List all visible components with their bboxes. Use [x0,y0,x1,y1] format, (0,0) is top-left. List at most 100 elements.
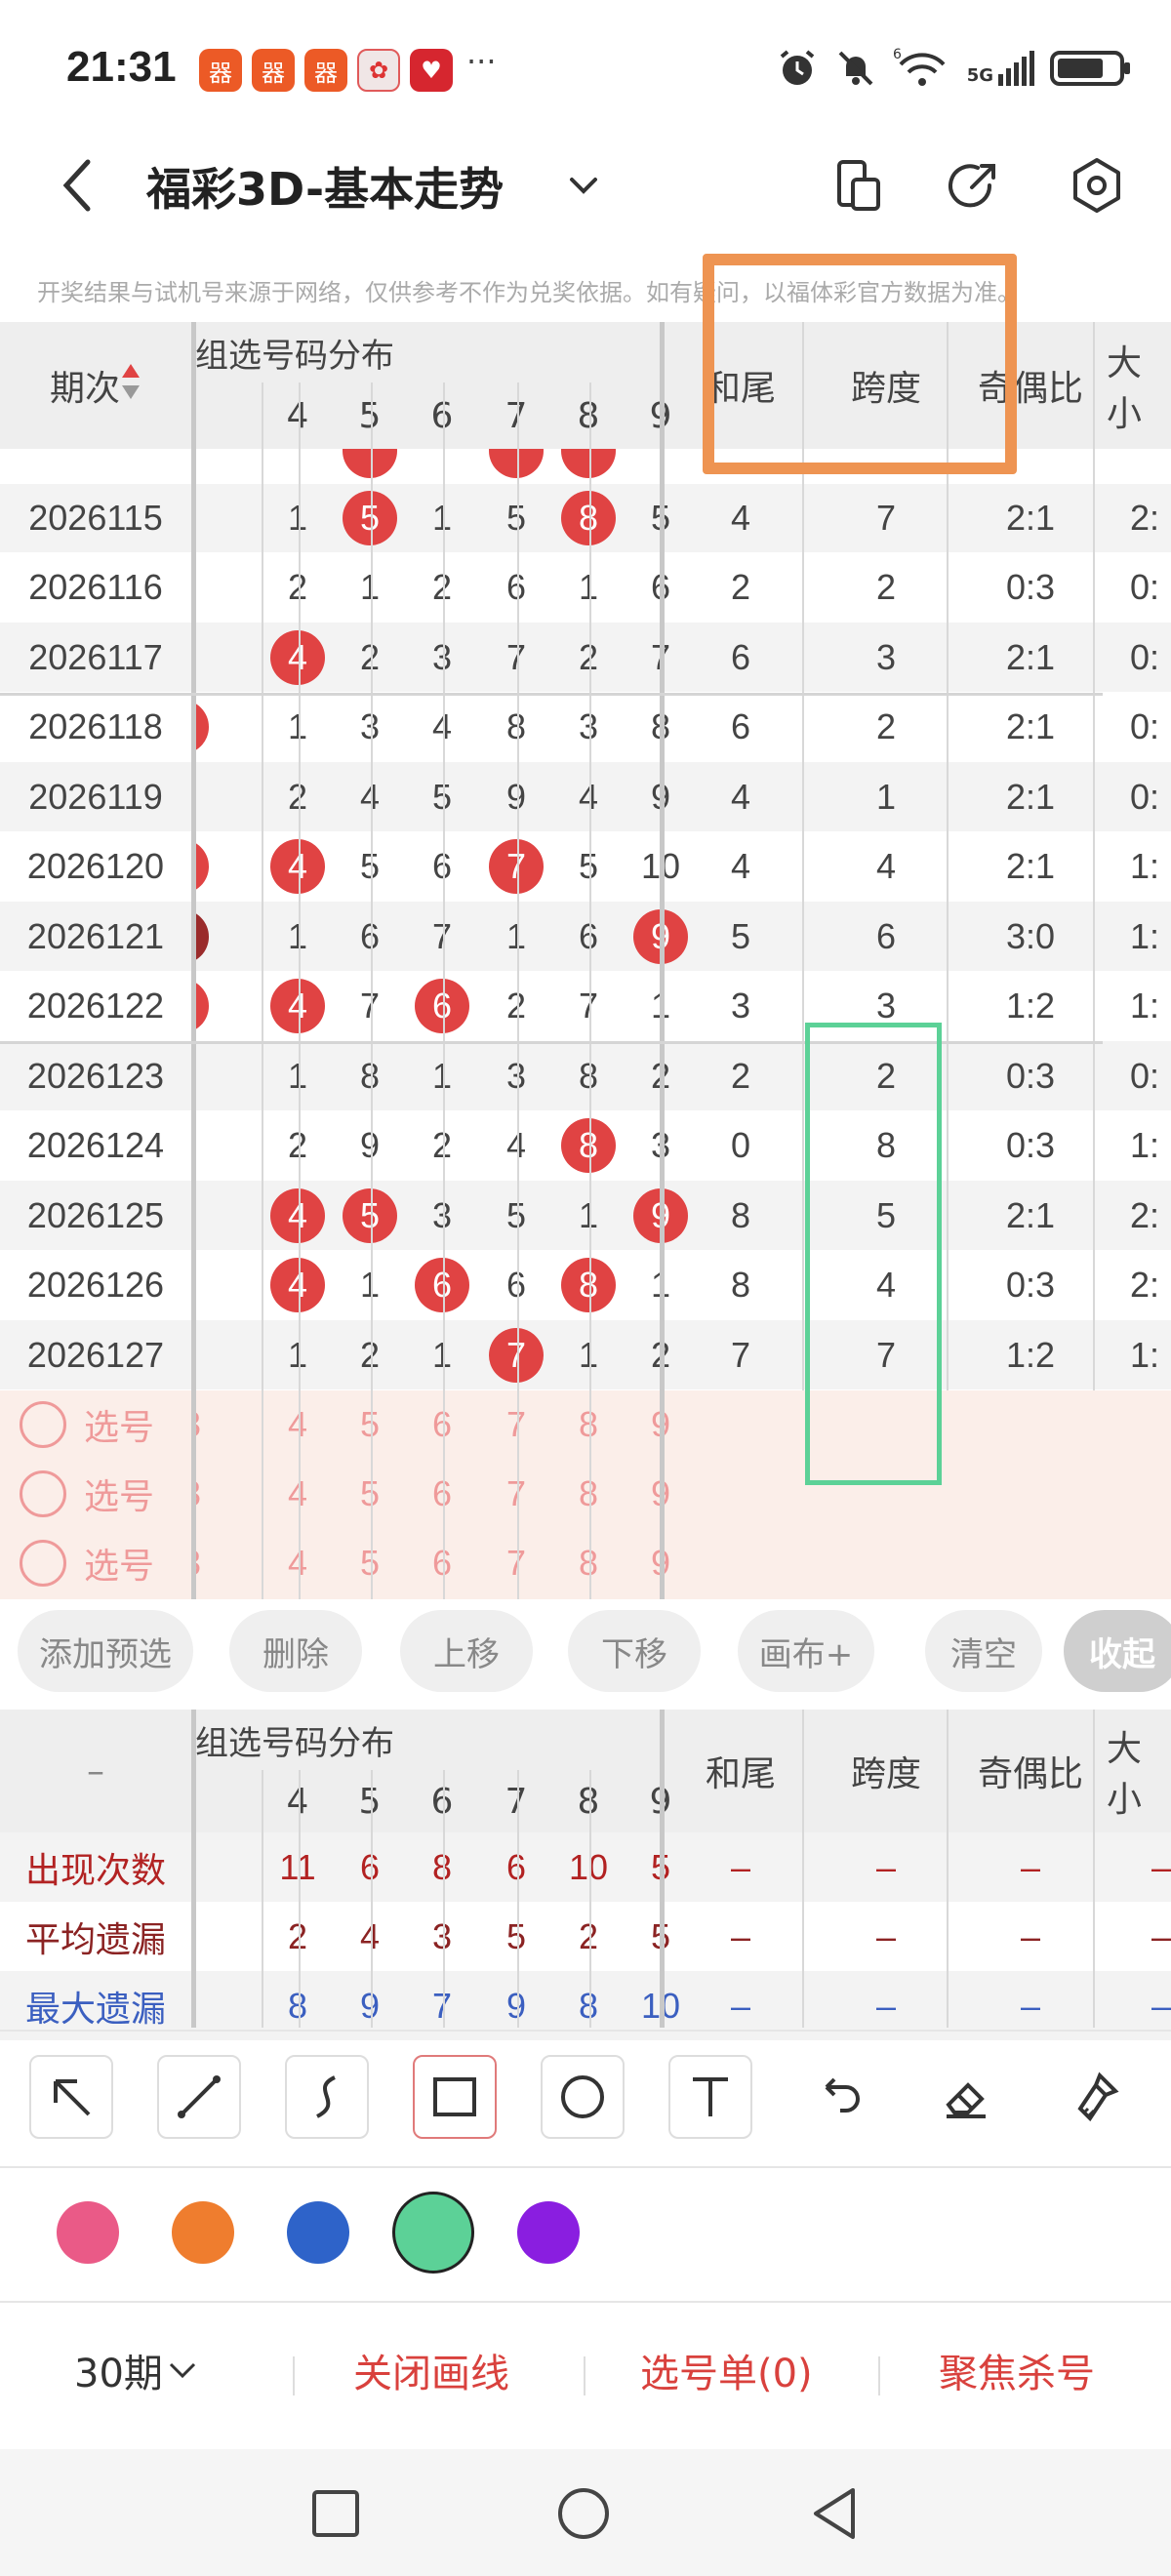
dx-cell: 1: [1130,1334,1160,1375]
color-swatch-3[interactable] [392,2192,474,2274]
action-button-6[interactable]: 收起 [1064,1610,1171,1692]
select-radio-icon[interactable] [20,1470,66,1517]
eraser-icon[interactable] [924,2055,1008,2139]
share-icon[interactable] [945,156,1003,215]
status-time: 21:31 [66,43,177,91]
green-annotation-box[interactable] [805,1023,942,1485]
home-icon[interactable] [556,2486,611,2541]
table-row[interactable]: 20261223476271331:21: [0,972,1171,1041]
select-row-label[interactable]: 选号 [20,1460,185,1529]
color-swatch-2[interactable] [287,2201,349,2264]
grid-line [802,322,804,1390]
grid-line [262,382,263,1599]
digit-cell: 6 [406,1251,478,1320]
select-digit[interactable]: 4 [262,1460,334,1529]
select-digit[interactable]: 6 [406,1460,478,1529]
grid-line [660,1710,665,2028]
kuadu-cell: 7 [875,497,897,538]
period-column-header[interactable]: 期次 [0,322,191,449]
text-tool-icon[interactable] [668,2055,752,2139]
table-row[interactable]: 2026123181382220:30: [0,1041,1171,1110]
select-digit[interactable]: 6 [406,1529,478,1598]
chevron-down-icon[interactable] [564,166,603,205]
sort-icon[interactable] [120,362,141,410]
select-digit[interactable]: 8 [552,1390,625,1460]
period-cell: 2026117 [28,636,163,677]
action-button-2[interactable]: 上移 [400,1610,533,1692]
select-digit[interactable]: 6 [406,1390,478,1460]
page-title[interactable]: 福彩3D-基本走势 [146,154,504,219]
jiou-cell: 0:3 [1005,1265,1056,1305]
jiou-cell: 1:2 [1005,1334,1056,1375]
color-swatch-0[interactable] [57,2201,119,2264]
switch-view-icon[interactable] [829,156,888,215]
undo-icon[interactable] [796,2055,880,2139]
select-digit[interactable]: 5 [334,1460,406,1529]
system-nav-bar [0,2449,1171,2576]
freehand-tool-icon[interactable] [285,2055,369,2139]
select-digit[interactable]: 8 [552,1529,625,1598]
action-button-0[interactable]: 添加预选 [18,1610,193,1692]
select-radio-icon[interactable] [20,1540,66,1587]
pick-list-button[interactable]: 选号单(0) [640,2342,813,2398]
action-button-3[interactable]: 下移 [568,1610,701,1692]
close-drawing-button[interactable]: 关闭画线 [353,2342,509,2398]
hewei-cell: 7 [730,1334,751,1375]
circle-tool-icon[interactable] [541,2055,625,2139]
row-divider [0,692,1103,696]
table-row[interactable]: 20261165212616220:30: [0,553,1171,623]
table-row[interactable]: 20261154151585472:12: [0,483,1171,552]
recent-apps-icon[interactable] [310,2488,361,2539]
table-row[interactable]: 202612034567510442:11: [0,832,1171,902]
back-arrow-icon[interactable] [51,156,109,215]
table-row[interactable]: 20261275121712771:21: [0,1320,1171,1389]
select-digit[interactable]: 4 [262,1390,334,1460]
period-selector[interactable]: 30期 [74,2342,202,2398]
select-digit[interactable]: 4 [262,1529,334,1598]
hewei-cell: 8 [730,1194,751,1235]
digit-cell: 8 [505,706,527,746]
action-button-4[interactable]: 画布+ [738,1610,874,1692]
select-digit[interactable]: 8 [552,1460,625,1529]
select-digit[interactable]: 5 [334,1529,406,1598]
select-digit[interactable]: 7 [480,1529,552,1598]
select-digit[interactable]: 7 [480,1390,552,1460]
select-row-label[interactable]: 选号 [20,1529,185,1598]
clipped-digit: 3 [191,1832,262,1902]
orange-annotation-box[interactable] [703,254,1017,474]
select-digit[interactable]: 7 [480,1460,552,1529]
select-row-label[interactable]: 选号 [20,1390,185,1460]
table-row[interactable]: 20261213167169563:01: [0,902,1171,971]
table-row[interactable]: 20261264416681840:32: [0,1251,1171,1320]
clipped-digit-cell: 3 [191,693,262,762]
digit-cell: 5 [359,846,381,886]
rectangle-tool-icon[interactable] [413,2055,497,2139]
arrow-tool-icon[interactable] [29,2055,113,2139]
digit-cell: 1 [287,1055,308,1096]
grid-line [802,1710,804,2028]
grid-line [947,1710,949,2028]
table-row[interactable]: 20261253453519852:12: [0,1181,1171,1250]
table-row[interactable]: 20261183134838622:10: [0,693,1171,762]
brush-clear-icon[interactable] [1052,2055,1136,2139]
focus-kill-button[interactable]: 聚焦杀号 [939,2342,1095,2398]
period-cell: 2026116 [28,567,163,607]
digit-column-header: 8 [577,1781,600,1822]
table-row[interactable]: 20261242292483080:31: [0,1111,1171,1181]
action-button-1[interactable]: 删除 [229,1610,362,1692]
color-swatch-1[interactable] [172,2201,234,2264]
color-swatch-4[interactable] [517,2201,580,2264]
action-button-5[interactable]: 清空 [925,1610,1042,1692]
settings-icon[interactable] [1068,156,1126,215]
select-digit[interactable]: 5 [334,1390,406,1460]
grid-line [443,382,445,1599]
table-row[interactable]: 2026119245949412:10: [0,762,1171,831]
digit-column-header: 7 [505,1781,528,1822]
grid-line [1093,322,1095,1390]
line-tool-icon[interactable] [157,2055,241,2139]
table-row[interactable]: 20261176423727632:10: [0,623,1171,692]
digit-column-header: 4 [286,1781,309,1822]
select-radio-icon[interactable] [20,1401,66,1448]
back-nav-icon[interactable] [808,2486,863,2541]
number-ball: 4 [270,1258,325,1312]
